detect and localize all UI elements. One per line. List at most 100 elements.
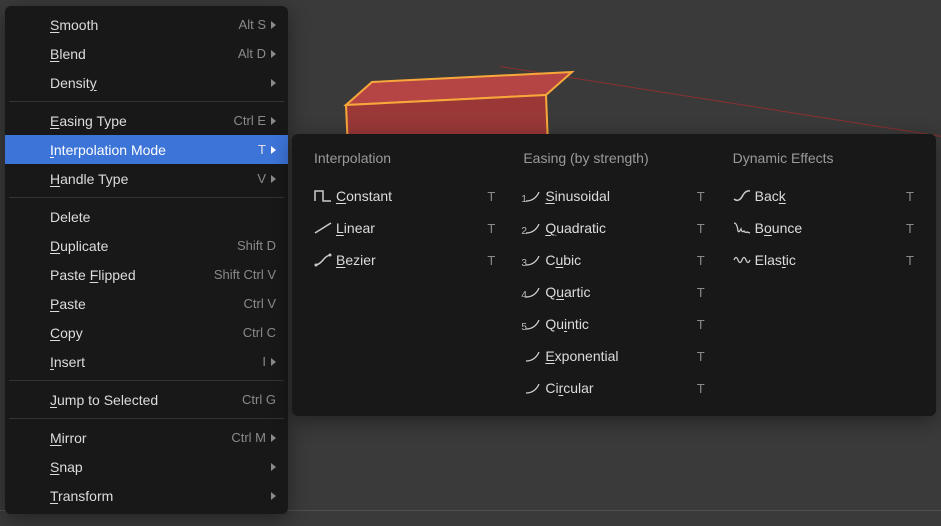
submenu-arrow-icon: [271, 117, 276, 125]
menu-item-label: Density: [50, 75, 268, 91]
constant-icon: [310, 189, 336, 203]
submenu-item-constant[interactable]: ConstantT: [306, 180, 503, 212]
submenu-item-shortcut: T: [906, 189, 914, 204]
submenu-item-bounce[interactable]: BounceT: [725, 212, 922, 244]
menu-item-snap[interactable]: Snap: [5, 452, 288, 481]
menu-item-blend[interactable]: BlendAlt D: [5, 39, 288, 68]
submenu-arrow-icon: [271, 463, 276, 471]
submenu-item-shortcut: T: [697, 349, 705, 364]
menu-item-paste-flipped[interactable]: Paste FlippedShift Ctrl V: [5, 260, 288, 289]
bounce-icon: [729, 221, 755, 235]
submenu-arrow-icon: [271, 492, 276, 500]
submenu-item-quintic[interactable]: 5QuinticT: [515, 308, 712, 340]
menu-item-label: Delete: [50, 209, 276, 225]
menu-item-shortcut: Ctrl E: [234, 113, 277, 128]
linear-icon: [310, 221, 336, 235]
submenu-item-quadratic[interactable]: 2QuadraticT: [515, 212, 712, 244]
submenu-item-shortcut: T: [697, 381, 705, 396]
menu-item-label: Transform: [50, 488, 268, 504]
menu-item-duplicate[interactable]: DuplicateShift D: [5, 231, 288, 260]
submenu-column: Easing (by strength)1SinusoidalT2Quadrat…: [509, 146, 718, 404]
elastic-icon: [729, 253, 755, 267]
submenu-item-exponential[interactable]: ExponentialT: [515, 340, 712, 372]
back-icon: [729, 189, 755, 203]
menu-item-paste[interactable]: PasteCtrl V: [5, 289, 288, 318]
submenu-header: Interpolation: [306, 146, 503, 180]
menu-item-label: Interpolation Mode: [50, 142, 258, 158]
submenu-item-shortcut: T: [487, 253, 495, 268]
submenu-item-elastic[interactable]: ElasticT: [725, 244, 922, 276]
menu-item-label: Handle Type: [50, 171, 257, 187]
menu-item-label: Snap: [50, 459, 268, 475]
menu-item-shortcut: Ctrl M: [231, 430, 276, 445]
submenu-item-label: Sinusoidal: [545, 188, 696, 204]
menu-item-shortcut: [268, 463, 276, 471]
menu-item-easing-type[interactable]: Easing TypeCtrl E: [5, 106, 288, 135]
submenu-item-label: Constant: [336, 188, 487, 204]
menu-separator: [9, 197, 284, 198]
interpolation-submenu: InterpolationConstantTLinearTBezierTEasi…: [292, 134, 936, 416]
submenu-item-quartic[interactable]: 4QuarticT: [515, 276, 712, 308]
submenu-header: Easing (by strength): [515, 146, 712, 180]
menu-item-transform[interactable]: Transform: [5, 481, 288, 510]
submenu-item-shortcut: T: [697, 317, 705, 332]
submenu-item-label: Bounce: [755, 220, 906, 236]
menu-item-shortcut: V: [257, 171, 276, 186]
menu-item-jump-to-selected[interactable]: Jump to SelectedCtrl G: [5, 385, 288, 414]
menu-item-mirror[interactable]: MirrorCtrl M: [5, 423, 288, 452]
menu-item-density[interactable]: Density: [5, 68, 288, 97]
submenu-item-label: Circular: [545, 380, 696, 396]
menu-item-label: Jump to Selected: [50, 392, 242, 408]
submenu-arrow-icon: [271, 434, 276, 442]
submenu-item-shortcut: T: [697, 189, 705, 204]
submenu-column: InterpolationConstantTLinearTBezierT: [300, 146, 509, 404]
submenu-item-shortcut: T: [697, 285, 705, 300]
menu-item-shortcut: [268, 492, 276, 500]
submenu-item-label: Bezier: [336, 252, 487, 268]
menu-item-insert[interactable]: InsertI: [5, 347, 288, 376]
menu-item-label: Blend: [50, 46, 238, 62]
submenu-item-sinusoidal[interactable]: 1SinusoidalT: [515, 180, 712, 212]
menu-item-label: Paste: [50, 296, 244, 312]
submenu-item-circular[interactable]: CircularT: [515, 372, 712, 404]
bezier-icon: [310, 253, 336, 267]
menu-item-shortcut: Alt S: [239, 17, 276, 32]
menu-item-delete[interactable]: Delete: [5, 202, 288, 231]
submenu-item-back[interactable]: BackT: [725, 180, 922, 212]
submenu-header: Dynamic Effects: [725, 146, 922, 180]
menu-item-label: Easing Type: [50, 113, 234, 129]
menu-item-shortcut: Ctrl V: [244, 296, 277, 311]
submenu-item-shortcut: T: [697, 221, 705, 236]
menu-item-label: Paste Flipped: [50, 267, 214, 283]
menu-item-label: Copy: [50, 325, 243, 341]
menu-item-handle-type[interactable]: Handle TypeV: [5, 164, 288, 193]
menu-item-interpolation-mode[interactable]: Interpolation ModeT: [5, 135, 288, 164]
submenu-item-label: Linear: [336, 220, 487, 236]
menu-item-copy[interactable]: CopyCtrl C: [5, 318, 288, 347]
menu-item-label: Mirror: [50, 430, 231, 446]
context-menu: SmoothAlt SBlendAlt DDensityEasing TypeC…: [5, 6, 288, 514]
submenu-arrow-icon: [271, 21, 276, 29]
menu-item-smooth[interactable]: SmoothAlt S: [5, 10, 288, 39]
submenu-arrow-icon: [271, 358, 276, 366]
submenu-item-cubic[interactable]: 3CubicT: [515, 244, 712, 276]
submenu-item-shortcut: T: [906, 221, 914, 236]
cube-object[interactable]: [316, 70, 574, 122]
submenu-item-shortcut: T: [906, 253, 914, 268]
menu-item-shortcut: Shift D: [237, 238, 276, 253]
menu-separator: [9, 380, 284, 381]
menu-separator: [9, 101, 284, 102]
submenu-item-label: Elastic: [755, 252, 906, 268]
menu-item-label: Insert: [50, 354, 262, 370]
menu-item-shortcut: I: [262, 354, 276, 369]
submenu-arrow-icon: [271, 79, 276, 87]
submenu-item-label: Exponential: [545, 348, 696, 364]
menu-item-shortcut: Shift Ctrl V: [214, 267, 276, 282]
submenu-arrow-icon: [271, 146, 276, 154]
submenu-arrow-icon: [271, 50, 276, 58]
menu-item-shortcut: Alt D: [238, 46, 276, 61]
submenu-item-linear[interactable]: LinearT: [306, 212, 503, 244]
submenu-item-bezier[interactable]: BezierT: [306, 244, 503, 276]
submenu-item-label: Quintic: [545, 316, 696, 332]
submenu-item-shortcut: T: [487, 221, 495, 236]
